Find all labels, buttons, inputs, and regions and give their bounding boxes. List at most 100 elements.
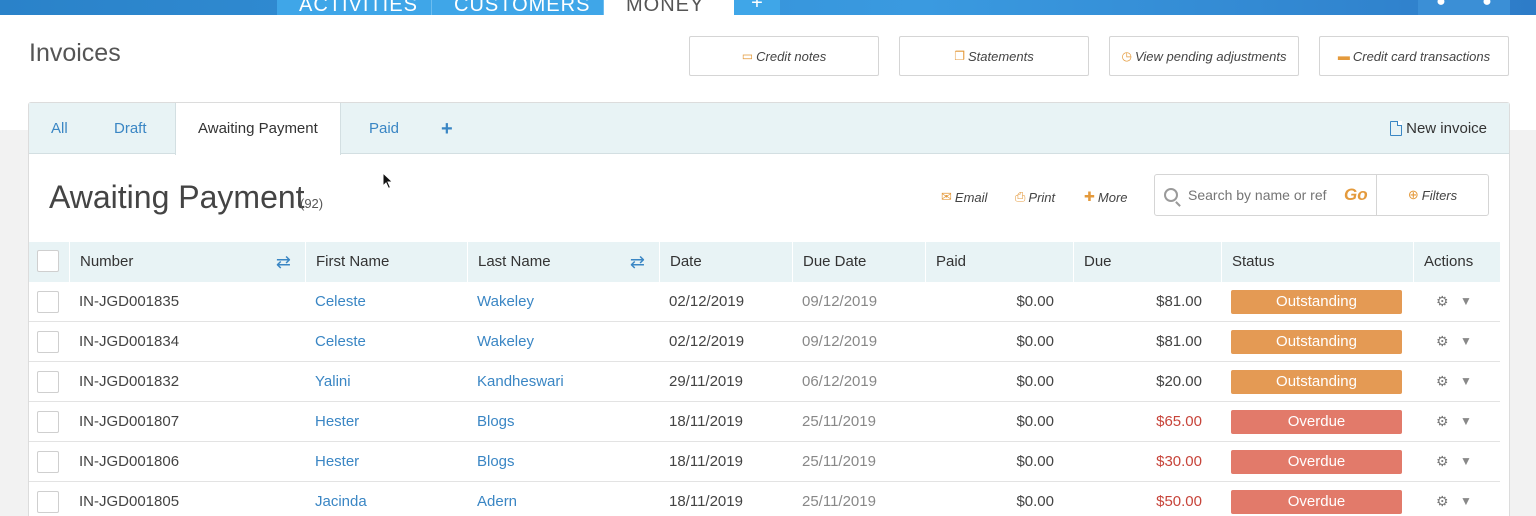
table-row[interactable]: IN-JGD001832 Yalini Kandheswari 29/11/2019 0…	[29, 362, 1500, 402]
tab-draft[interactable]: Draft	[114, 103, 147, 154]
status-badge: Overdue	[1231, 450, 1402, 474]
header-actions: Actions	[1413, 242, 1500, 282]
header-last-name[interactable]: Last Name ⇄	[467, 242, 659, 282]
header-paid[interactable]: Paid	[925, 242, 1073, 282]
sort-icon[interactable]: ⇄	[276, 242, 291, 282]
top-nav: ACTIVITIES CUSTOMERS MONEY + ● ●	[0, 0, 1536, 15]
clock-icon: ◷	[1121, 49, 1132, 63]
credit-notes-button[interactable]: ▭ Credit notes	[689, 36, 879, 76]
first-name-link[interactable]: Hester	[315, 442, 359, 482]
email-action[interactable]: ✉ Email	[941, 189, 987, 205]
status-badge: Outstanding	[1231, 330, 1402, 354]
plus-circle-icon: ⊕	[1407, 187, 1419, 202]
invoice-number[interactable]: IN-JGD001834	[79, 322, 179, 362]
nav-add-button[interactable]: +	[734, 0, 780, 15]
header-first-name[interactable]: First Name	[305, 242, 467, 282]
invoice-number[interactable]: IN-JGD001806	[79, 442, 179, 482]
paid-amount: $0.00	[1016, 293, 1054, 310]
first-name-link[interactable]: Yalini	[315, 362, 351, 402]
last-name-link[interactable]: Blogs	[477, 402, 515, 442]
last-name-link[interactable]: Kandheswari	[477, 362, 564, 402]
table-row[interactable]: IN-JGD001806 Hester Blogs 18/11/2019 25/11/2…	[29, 442, 1500, 482]
chevron-down-icon[interactable]: ▼	[1460, 482, 1472, 516]
row-checkbox[interactable]	[37, 291, 59, 313]
header-number[interactable]: Number ⇄	[69, 242, 305, 282]
invoice-due-date: 25/11/2019	[802, 493, 876, 510]
table-row[interactable]: IN-JGD001835 Celeste Wakeley 02/12/2019 09/1…	[29, 282, 1500, 322]
invoice-number[interactable]: IN-JGD001832	[79, 362, 179, 402]
first-name-link[interactable]: Celeste	[315, 282, 366, 322]
row-checkbox[interactable]	[37, 331, 59, 353]
tab-all[interactable]: All	[51, 103, 68, 154]
gear-icon[interactable]: ⚙	[1436, 362, 1449, 401]
section-title: Awaiting Payment	[49, 179, 305, 215]
nav-tab-activities[interactable]: ACTIVITIES	[277, 0, 432, 15]
chevron-down-icon[interactable]: ▼	[1460, 322, 1472, 361]
invoice-due-date: 09/12/2019	[802, 333, 878, 350]
header-due[interactable]: Due	[1073, 242, 1221, 282]
sort-icon[interactable]: ⇄	[630, 242, 645, 282]
last-name-link[interactable]: Wakeley	[477, 322, 534, 362]
more-action[interactable]: ✚ More	[1084, 189, 1128, 205]
search-input[interactable]	[1188, 187, 1338, 203]
due-amount: $65.00	[1156, 413, 1202, 430]
add-tab-plus-icon[interactable]: +	[441, 118, 453, 141]
gear-icon[interactable]: ⚙	[1436, 322, 1449, 361]
credit-card-transactions-button[interactable]: ▬ Credit card transactions	[1319, 36, 1509, 76]
invoice-due-date: 25/11/2019	[802, 453, 876, 470]
chevron-down-icon[interactable]: ▼	[1460, 402, 1472, 441]
print-action[interactable]: ⎙ Print	[1015, 189, 1055, 205]
last-name-link[interactable]: Adern	[477, 482, 517, 516]
invoice-due-date: 25/11/2019	[802, 413, 876, 430]
credit-card-icon: ▬	[1337, 49, 1350, 63]
notifications-icon[interactable]: ●	[1418, 0, 1464, 15]
tab-awaiting-payment[interactable]: Awaiting Payment	[175, 103, 341, 155]
first-name-link[interactable]: Hester	[315, 402, 359, 442]
nav-tab-customers[interactable]: CUSTOMERS	[432, 0, 604, 15]
invoice-number[interactable]: IN-JGD001805	[79, 482, 179, 516]
table-row[interactable]: IN-JGD001807 Hester Blogs 18/11/2019 25/11/2…	[29, 402, 1500, 442]
chevron-down-icon[interactable]: ▼	[1460, 362, 1472, 401]
table-row[interactable]: IN-JGD001834 Celeste Wakeley 02/12/2019 09/1…	[29, 322, 1500, 362]
header-status[interactable]: Status	[1221, 242, 1413, 282]
row-checkbox[interactable]	[37, 371, 59, 393]
invoice-number[interactable]: IN-JGD001835	[79, 282, 179, 322]
search-box: Go	[1154, 174, 1377, 216]
invoice-number[interactable]: IN-JGD001807	[79, 402, 179, 442]
gear-icon[interactable]: ⚙	[1436, 402, 1449, 441]
email-label: Email	[954, 189, 988, 205]
chevron-down-icon[interactable]: ▼	[1460, 442, 1472, 481]
last-name-link[interactable]: Blogs	[477, 442, 515, 482]
first-name-link[interactable]: Celeste	[315, 322, 366, 362]
first-name-link[interactable]: Jacinda	[315, 482, 367, 516]
view-pending-adjustments-button[interactable]: ◷ View pending adjustments	[1109, 36, 1299, 76]
gear-icon[interactable]: ⚙	[1436, 442, 1449, 481]
help-icon[interactable]: ●	[1464, 0, 1510, 15]
table-row[interactable]: IN-JGD001805 Jacinda Adern 18/11/2019 25/11/…	[29, 482, 1500, 516]
nav-tab-money[interactable]: MONEY	[604, 0, 734, 15]
gear-icon[interactable]: ⚙	[1436, 282, 1449, 321]
statements-button[interactable]: ❐ Statements	[899, 36, 1089, 76]
tab-paid[interactable]: Paid	[369, 103, 399, 154]
paid-amount: $0.00	[1016, 413, 1054, 430]
due-amount: $50.00	[1156, 493, 1202, 510]
go-button[interactable]: Go	[1344, 185, 1368, 205]
print-label: Print	[1028, 189, 1056, 205]
chevron-down-icon[interactable]: ▼	[1460, 282, 1472, 321]
row-checkbox[interactable]	[37, 411, 59, 433]
last-name-link[interactable]: Wakeley	[477, 282, 534, 322]
invoice-date: 18/11/2019	[669, 493, 743, 510]
status-badge: Outstanding	[1231, 290, 1402, 314]
new-invoice-button[interactable]: New invoice	[1390, 120, 1487, 137]
paid-amount: $0.00	[1016, 453, 1054, 470]
header-due-date[interactable]: Due Date	[792, 242, 925, 282]
filters-button[interactable]: ⊕ Filters	[1376, 174, 1489, 216]
select-all-checkbox[interactable]	[37, 250, 59, 272]
status-badge: Overdue	[1231, 490, 1402, 514]
row-checkbox[interactable]	[37, 491, 59, 513]
due-amount: $20.00	[1156, 373, 1202, 390]
gear-icon[interactable]: ⚙	[1436, 482, 1449, 516]
row-checkbox[interactable]	[37, 451, 59, 473]
status-badge: Overdue	[1231, 410, 1402, 434]
header-date[interactable]: Date	[659, 242, 792, 282]
